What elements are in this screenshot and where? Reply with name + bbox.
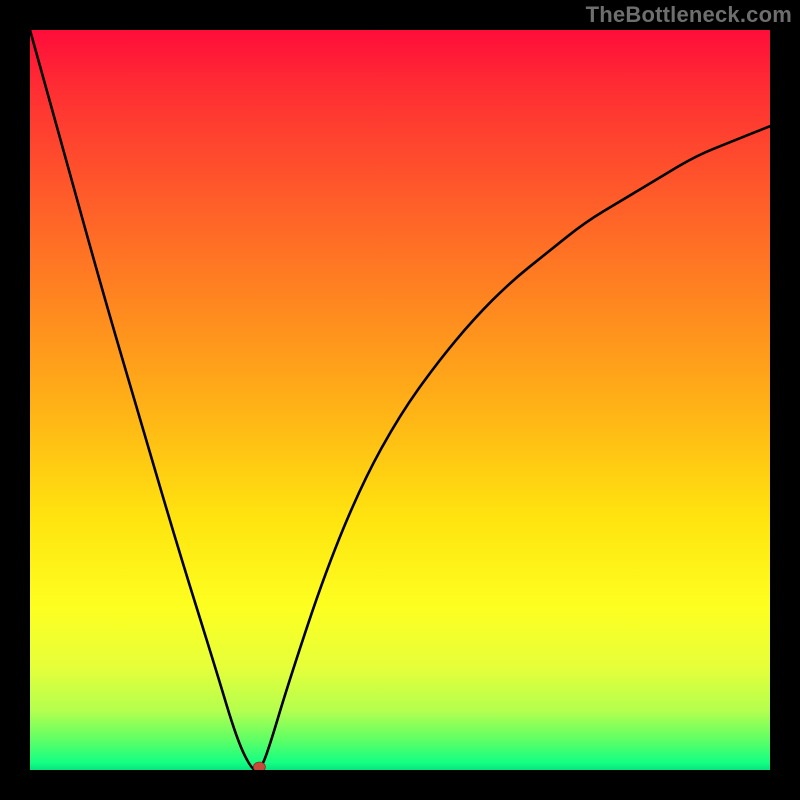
optimal-point-marker	[253, 762, 265, 770]
chart-frame: TheBottleneck.com	[0, 0, 800, 800]
bottleneck-curve	[30, 30, 770, 770]
watermark-text: TheBottleneck.com	[586, 2, 792, 28]
plot-area	[30, 30, 770, 770]
curve-layer	[30, 30, 770, 770]
